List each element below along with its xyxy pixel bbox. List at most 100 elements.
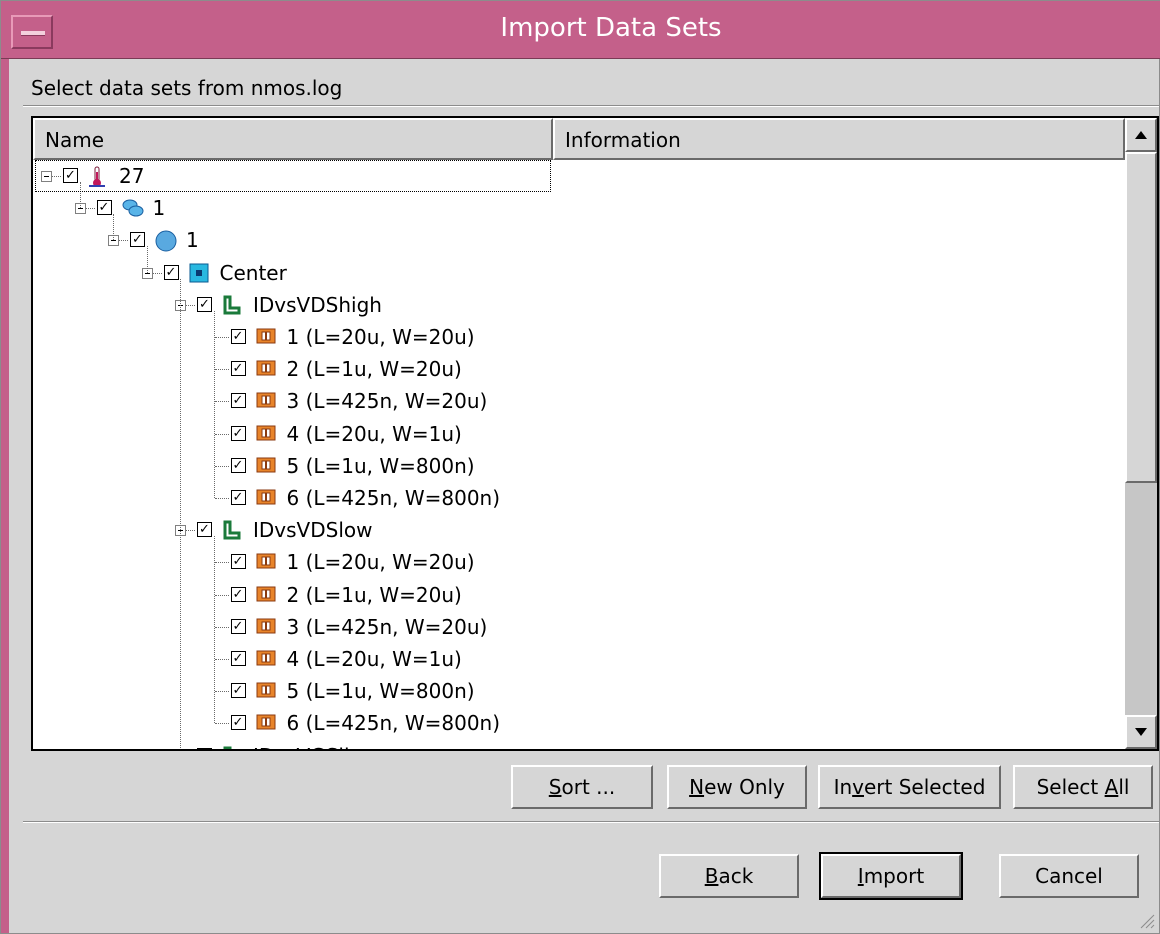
device-icon: [256, 585, 275, 603]
column-header-name[interactable]: Name: [33, 118, 553, 160]
sort-mnemonic: S: [548, 775, 562, 799]
sort-label: ort ...: [561, 775, 616, 799]
tree-connector: [214, 369, 229, 371]
data-set-tree[interactable]: Name Information ✓ 27 ✓ 1 ✓ 1 ✓ Center ✓ IDvsVDSh…: [31, 116, 1159, 751]
arrow-down-icon: [1135, 728, 1147, 736]
tree-row-label[interactable]: 5 (L=1u, W=800n): [287, 679, 475, 703]
tree-row-label[interactable]: 1 (L=20u, W=20u): [287, 325, 475, 349]
setup-icon: [222, 746, 240, 749]
tree-connector: [214, 594, 229, 596]
vertical-scrollbar[interactable]: [1125, 118, 1157, 749]
row-checkbox[interactable]: ✓: [230, 329, 246, 344]
row-checkbox[interactable]: ✓: [230, 554, 246, 570]
row-checkbox[interactable]: ✓: [230, 393, 246, 409]
row-checkbox[interactable]: ✓: [130, 232, 145, 248]
row-checkbox[interactable]: ✓: [96, 200, 112, 216]
tree-connector: [214, 337, 229, 338]
device-icon: [256, 424, 275, 442]
invert-selected-button[interactable]: Invert Selected: [818, 765, 1001, 809]
arrow-up-icon: [1135, 131, 1147, 139]
tree-row-label[interactable]: 2 (L=1u, W=20u): [287, 357, 462, 381]
row-checkbox[interactable]: ✓: [230, 715, 246, 731]
tree-connector: [214, 691, 229, 693]
tree-row-label[interactable]: Center: [220, 261, 287, 285]
scroll-down-button[interactable]: [1125, 715, 1157, 749]
caption-separator: [23, 105, 1159, 107]
tree-row-label[interactable]: IDvsVDSlow: [253, 518, 372, 542]
device-icon: [256, 713, 275, 731]
tree-row-label[interactable]: 6 (L=425n, W=800n): [287, 486, 501, 510]
tree-row-label[interactable]: 3 (L=425n, W=20u): [287, 389, 488, 413]
tree-row-label[interactable]: 4 (L=20u, W=1u): [287, 647, 462, 671]
invert-label: ert Selected: [863, 775, 986, 799]
tree-connector: [214, 723, 229, 725]
device-icon: [256, 327, 275, 345]
tree-row-label[interactable]: 4 (L=20u, W=1u): [287, 422, 462, 446]
dialog-caption: Select data sets from nmos.log: [31, 76, 343, 100]
setup-icon: [222, 520, 241, 540]
device-icon: [256, 649, 275, 667]
row-checkbox[interactable]: ✓: [230, 361, 246, 377]
row-checkbox[interactable]: ✓: [230, 586, 246, 602]
row-checkbox[interactable]: ✓: [230, 618, 246, 634]
tree-connector: [213, 310, 215, 498]
row-checkbox[interactable]: ✓: [230, 651, 246, 666]
title-bar[interactable]: Import Data Sets: [1, 1, 1160, 59]
tree-connector: [146, 246, 148, 273]
select-all-label: ll: [1118, 775, 1130, 799]
tree-connector: [214, 626, 229, 628]
row-checkbox[interactable]: ✓: [230, 490, 246, 505]
tree-row-label[interactable]: 2 (L=1u, W=20u): [287, 583, 462, 607]
device-icon: [256, 681, 275, 699]
tree-connector: [213, 536, 215, 724]
device-icon: [256, 488, 275, 506]
row-checkbox[interactable]: ✓: [230, 457, 246, 473]
window-left-border: [1, 59, 9, 933]
column-header-information[interactable]: Information: [553, 118, 1125, 160]
button-separator: [23, 821, 1159, 823]
row-checkbox[interactable]: ✓: [197, 296, 212, 312]
device-icon: [256, 552, 275, 570]
cancel-button[interactable]: Cancel: [999, 854, 1139, 898]
sort-button[interactable]: Sort ...: [511, 765, 653, 809]
tree-rows: ✓ 27 ✓ 1 ✓ 1 ✓ Center ✓ IDvsVDShigh ✓ 1 (L=20u, W=2…: [33, 160, 1125, 749]
tree-connector: [113, 214, 114, 241]
tree-connector: [180, 310, 181, 749]
back-button[interactable]: Back: [659, 854, 799, 898]
row-checkbox[interactable]: ✓: [163, 264, 179, 280]
row-checkbox[interactable]: ✓: [197, 747, 212, 749]
row-checkbox[interactable]: ✓: [197, 522, 212, 538]
select-all-button[interactable]: Select All: [1013, 765, 1153, 809]
tree-row-label[interactable]: IDvsVGSlin: [253, 744, 362, 749]
device-icon: [256, 456, 275, 474]
scroll-up-button[interactable]: [1125, 118, 1157, 152]
tree-row-label[interactable]: 3 (L=425n, W=20u): [287, 615, 488, 639]
tree-row-label[interactable]: 1: [153, 196, 166, 220]
tree-connector: [214, 562, 229, 564]
import-data-sets-dialog: Import Data Sets Select data sets from n…: [0, 0, 1160, 934]
wafer-stack-icon: [122, 198, 143, 217]
new-only-label: ew Only: [704, 775, 785, 799]
new-only-button[interactable]: New Only: [667, 765, 807, 809]
device-icon: [256, 391, 275, 409]
tree-connector: [214, 401, 229, 403]
row-checkbox[interactable]: ✓: [230, 683, 246, 699]
tree-row-label[interactable]: 1 (L=20u, W=20u): [287, 550, 475, 574]
focus-indicator: [35, 160, 551, 192]
import-button[interactable]: Import: [819, 852, 963, 900]
tree-connector: [214, 659, 229, 660]
setup-icon: [222, 295, 241, 315]
tree-row-label[interactable]: 5 (L=1u, W=800n): [287, 454, 475, 478]
row-checkbox[interactable]: ✓: [230, 425, 246, 441]
window-title: Import Data Sets: [500, 13, 722, 43]
scrollbar-thumb[interactable]: [1125, 152, 1157, 483]
import-label: mport: [863, 864, 925, 888]
invert-mnemonic: v: [852, 775, 864, 799]
tree-row-label[interactable]: 1: [186, 228, 199, 252]
die-site-icon: [189, 263, 208, 283]
tree-row-label[interactable]: IDvsVDShigh: [253, 293, 382, 317]
back-label: ack: [718, 864, 754, 888]
tree-row-label[interactable]: 6 (L=425n, W=800n): [287, 711, 501, 735]
device-icon: [256, 359, 275, 377]
resize-grip-icon[interactable]: [1135, 909, 1155, 929]
